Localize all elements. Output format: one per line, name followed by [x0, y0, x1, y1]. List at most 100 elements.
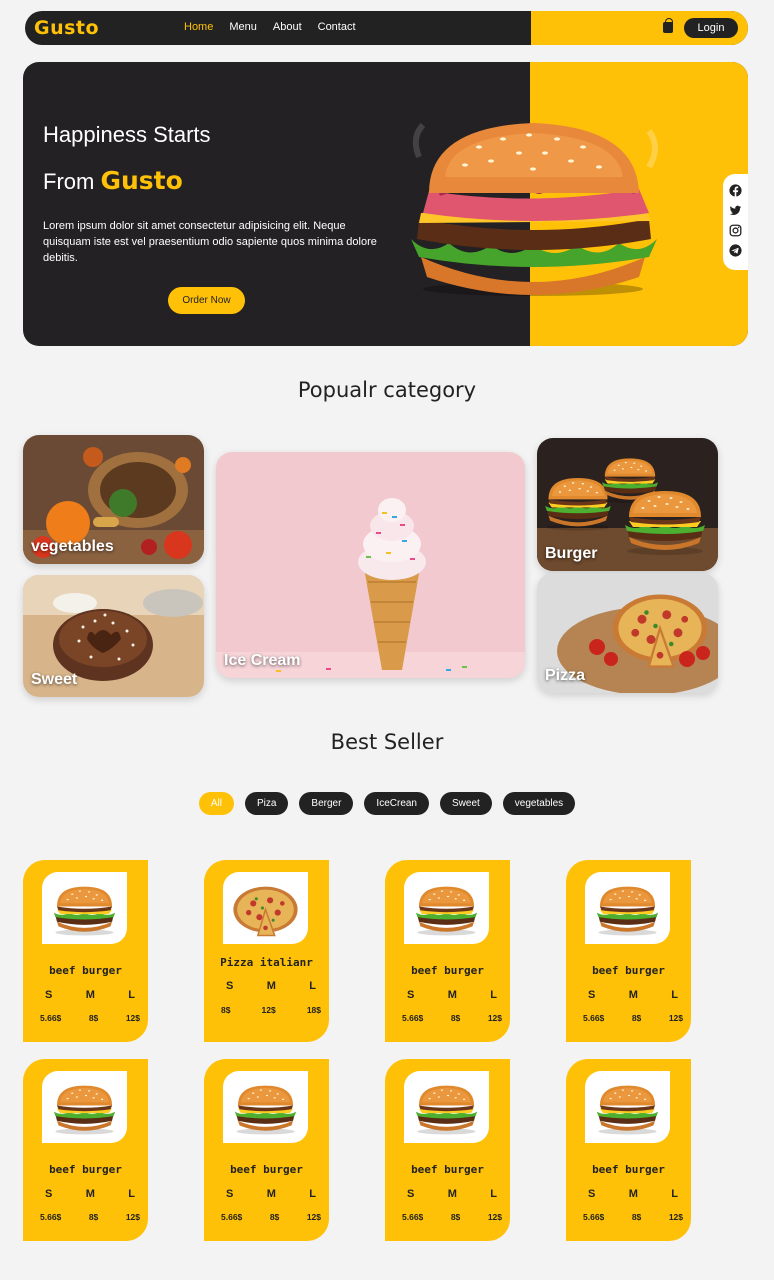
login-button[interactable]: Login [684, 18, 738, 38]
product-image [404, 872, 489, 944]
category-card-sweet[interactable]: Sweet [23, 575, 204, 697]
hero-description: Lorem ipsum dolor sit amet consectetur a… [43, 220, 377, 264]
category-card-ice-cream[interactable]: Ice Cream [216, 452, 525, 678]
product-image [42, 872, 127, 944]
filter-pizza[interactable]: Piza [244, 792, 289, 815]
category-label-pizza: Pizza [545, 667, 586, 684]
product-name: beef burger [592, 964, 665, 977]
product-prices: 5.66$ 8$ 12$ [402, 1013, 502, 1023]
order-now-button[interactable]: Order Now [168, 287, 245, 314]
burger-product-image [415, 1085, 478, 1135]
size-small-label[interactable]: S [407, 989, 414, 1001]
price-small: 5.66$ [402, 1013, 424, 1023]
size-small-label[interactable]: S [45, 989, 52, 1001]
product-image [585, 1071, 670, 1143]
size-small-label[interactable]: S [226, 980, 233, 992]
nav-link-home[interactable]: Home [184, 21, 213, 33]
size-small-label[interactable]: S [588, 989, 595, 1001]
size-large-label[interactable]: L [490, 989, 497, 1001]
price-small: 5.66$ [221, 1212, 243, 1222]
size-medium-label[interactable]: M [267, 980, 276, 992]
shopping-bag-icon[interactable] [663, 18, 673, 33]
size-medium-label[interactable]: M [86, 1188, 95, 1200]
size-large-label[interactable]: L [671, 1188, 678, 1200]
price-large: 12$ [125, 1013, 140, 1023]
product-image [404, 1071, 489, 1143]
product-name: beef burger [49, 964, 122, 977]
product-card[interactable]: beef burger S M L 5.66$ 8$ 12$ [23, 1059, 148, 1241]
price-medium: 8$ [450, 1013, 461, 1023]
category-label-sweet: Sweet [31, 671, 78, 688]
filter-burger[interactable]: Berger [299, 792, 354, 815]
product-name: beef burger [411, 964, 484, 977]
size-medium-label[interactable]: M [86, 989, 95, 1001]
twitter-icon[interactable] [729, 204, 742, 217]
product-prices: 8$ 12$ 18$ [221, 1005, 321, 1015]
category-label-vegetables: vegetables [31, 538, 114, 555]
size-large-label[interactable]: L [671, 989, 678, 1001]
product-card[interactable]: beef burger S M L 5.66$ 8$ 12$ [385, 1059, 510, 1241]
size-small-label[interactable]: S [45, 1188, 52, 1200]
burger-product-image [596, 886, 659, 936]
filter-icecream[interactable]: IceCrean [364, 792, 429, 815]
nav-link-contact[interactable]: Contact [318, 21, 356, 33]
category-card-burger[interactable]: Burger [537, 438, 718, 571]
size-small-label[interactable]: S [588, 1188, 595, 1200]
product-card[interactable]: Pizza italianr S M L 8$ 12$ 18$ [204, 860, 329, 1042]
price-medium: 8$ [450, 1212, 461, 1222]
product-sizes: SML [226, 1188, 316, 1200]
product-sizes: SML [588, 1188, 678, 1200]
size-medium-label[interactable]: M [448, 1188, 457, 1200]
price-large: 12$ [487, 1212, 502, 1222]
telegram-icon[interactable] [729, 244, 742, 257]
burger-product-image [53, 886, 116, 936]
price-small: 5.66$ [402, 1212, 424, 1222]
price-medium: 8$ [269, 1212, 280, 1222]
product-sizes: SML [45, 1188, 135, 1200]
size-medium-label[interactable]: M [267, 1188, 276, 1200]
ice-cream-image [216, 452, 525, 678]
size-large-label[interactable]: L [309, 1188, 316, 1200]
product-prices: 5.66$ 8$ 12$ [40, 1212, 140, 1222]
size-large-label[interactable]: L [128, 1188, 135, 1200]
category-card-pizza[interactable]: Pizza [537, 573, 718, 693]
product-image [223, 1071, 308, 1143]
price-small: 5.66$ [40, 1212, 62, 1222]
price-small: 5.66$ [583, 1013, 605, 1023]
product-card[interactable]: beef burger S M L 5.66$ 8$ 12$ [204, 1059, 329, 1241]
category-label-burger: Burger [545, 545, 598, 562]
hero-banner: Happiness Starts From Gusto Lorem ipsum … [23, 62, 748, 346]
size-large-label[interactable]: L [128, 989, 135, 1001]
size-small-label[interactable]: S [226, 1188, 233, 1200]
filter-vegetables[interactable]: vegetables [502, 792, 576, 815]
product-card[interactable]: beef burger S M L 5.66$ 8$ 12$ [566, 1059, 691, 1241]
best-seller-title: Best Seller [330, 730, 444, 754]
price-large: 12$ [668, 1013, 683, 1023]
nav-link-about[interactable]: About [273, 21, 302, 33]
size-medium-label[interactable]: M [629, 989, 638, 1001]
filter-sweet[interactable]: Sweet [440, 792, 492, 815]
nav-links: Home Menu About Contact [184, 21, 372, 33]
facebook-icon[interactable] [729, 184, 742, 197]
hero-heading-prefix: From [43, 169, 95, 194]
product-card[interactable]: beef burger S M L 5.66$ 8$ 12$ [566, 860, 691, 1042]
price-medium: 8$ [88, 1013, 99, 1023]
instagram-icon[interactable] [729, 224, 742, 237]
product-card[interactable]: beef burger S M L 5.66$ 8$ 12$ [385, 860, 510, 1042]
product-name: Pizza italianr [220, 956, 313, 969]
product-name: beef burger [411, 1163, 484, 1176]
size-medium-label[interactable]: M [448, 989, 457, 1001]
category-label-ice-cream: Ice Cream [224, 652, 301, 669]
price-medium: 8$ [88, 1212, 99, 1222]
size-small-label[interactable]: S [407, 1188, 414, 1200]
nav-link-menu[interactable]: Menu [229, 21, 257, 33]
filter-all[interactable]: All [198, 792, 234, 815]
category-card-vegetables[interactable]: vegetables [23, 435, 204, 564]
logo[interactable]: Gusto [34, 17, 99, 39]
size-large-label[interactable]: L [490, 1188, 497, 1200]
product-prices: 5.66$ 8$ 12$ [221, 1212, 321, 1222]
product-name: beef burger [230, 1163, 303, 1176]
product-card[interactable]: beef burger S M L 5.66$ 8$ 12$ [23, 860, 148, 1042]
size-medium-label[interactable]: M [629, 1188, 638, 1200]
size-large-label[interactable]: L [309, 980, 316, 992]
